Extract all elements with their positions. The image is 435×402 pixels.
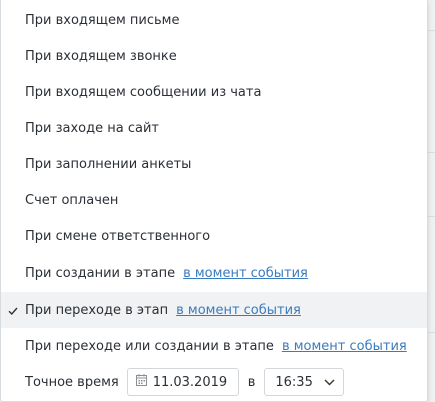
menu-item-label: При переходе или создании в этапе [25,338,274,354]
menu-item-site-visit[interactable]: При заходе на сайт [1,110,427,146]
menu-item-incoming-call[interactable]: При входящем звонке [1,38,427,74]
date-value: 11.03.2019 [152,374,228,390]
preposition-label: в [247,374,256,390]
menu-item-label: При смене ответственного [25,228,211,244]
menu-item-create-in-stage[interactable]: При создании в этапе в момент события [1,255,427,291]
menu-item-responsible-change[interactable]: При смене ответственного [1,218,427,254]
menu-item-move-or-create-in-stage[interactable]: При переходе или создании в этапе в моме… [1,328,427,364]
background-divider [428,332,435,333]
exact-time-label: Точное время [25,374,119,390]
timing-link[interactable]: в момент события [183,266,308,281]
time-select[interactable]: 16:35 [264,368,345,396]
menu-item-form-filled[interactable]: При заполнении анкеты [1,146,427,182]
timing-link[interactable]: в момент события [282,339,407,354]
check-icon [8,305,18,316]
background-divider [428,30,435,31]
menu-item-label: При входящем письме [25,12,180,28]
timing-link[interactable]: в момент события [176,303,301,318]
menu-item-incoming-chat[interactable]: При входящем сообщении из чата [1,74,427,110]
date-picker-input[interactable]: 11.03.2019 [126,368,239,396]
menu-item-label: Счет оплачен [25,192,119,208]
exact-time-row: Точное время 11.03.2019 в 16:35 [1,364,427,400]
menu-item-move-to-stage[interactable]: При переходе в этап в момент события [1,292,427,328]
menu-item-invoice-paid[interactable]: Счет оплачен [1,182,427,218]
calendar-icon [135,374,153,390]
time-value: 16:35 [275,374,313,390]
menu-item-label: При переходе в этап [25,302,169,318]
menu-item-label: При заполнении анкеты [25,156,192,172]
background-divider [428,216,435,217]
background-panel [427,0,435,402]
menu-item-label: При заходе на сайт [25,120,159,136]
background-divider [428,152,435,153]
menu-item-label: При входящем сообщении из чата [25,84,262,100]
menu-item-label: При входящем звонке [25,48,177,64]
menu-item-incoming-email[interactable]: При входящем письме [1,2,427,38]
trigger-dropdown-menu: При входящем письме При входящем звонке … [0,0,428,402]
chevron-down-icon [324,375,335,390]
menu-item-label: При создании в этапе [25,265,176,281]
